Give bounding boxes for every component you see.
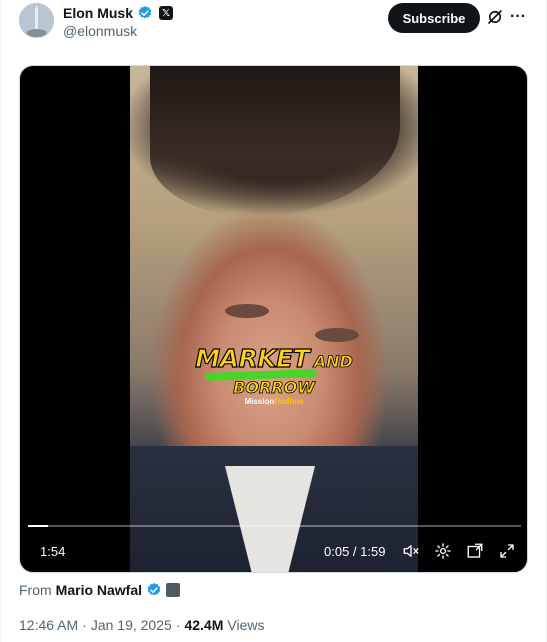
views-label: Views <box>227 617 265 633</box>
more-icon[interactable]: ··· <box>509 8 527 26</box>
verified-badge-icon <box>147 583 161 596</box>
post-card: Elon Musk 𝕏 @elonmusk Subscribe ··· MARK… <box>0 0 547 642</box>
video-frame: MARKET AND BORROW MissionRadhne <box>130 66 418 572</box>
views-count: 42.4M <box>184 617 224 633</box>
video-figure-eye-left <box>225 304 269 318</box>
gear-icon[interactable] <box>434 542 452 560</box>
caption-word-market: MARKET <box>195 343 311 373</box>
verified-badge-icon <box>138 6 152 19</box>
author-display-name[interactable]: Elon Musk <box>63 5 133 21</box>
video-figure-hair <box>150 66 400 216</box>
meta-separator: · <box>82 617 87 633</box>
post-meta: 12:46 AM · Jan 19, 2025 · 42.4M Views <box>19 617 264 633</box>
avatar-image <box>19 3 54 38</box>
subscribe-button[interactable]: Subscribe <box>388 3 480 33</box>
caption-word-and: AND <box>313 352 353 372</box>
author-handle[interactable]: @elonmusk <box>63 23 137 39</box>
post-date[interactable]: Jan 19, 2025 <box>91 617 172 633</box>
avatar[interactable] <box>19 3 54 38</box>
fullscreen-icon[interactable] <box>498 542 516 560</box>
video-time-display: 0:05 / 1:59 <box>324 544 386 559</box>
grok-icon[interactable] <box>486 8 504 26</box>
caption-line-1: MARKET AND <box>130 343 418 373</box>
progress-bar[interactable] <box>28 525 521 527</box>
from-label: From <box>19 582 52 598</box>
progress-fill <box>28 525 48 527</box>
video-watermark: MissionRadhne <box>130 397 418 406</box>
video-player[interactable]: MARKET AND BORROW MissionRadhne 1:54 0:0… <box>19 65 528 573</box>
video-duration-badge: 1:54 <box>40 544 66 559</box>
affiliation-x-icon: 𝕏 <box>159 6 174 20</box>
caption-word-borrow: BORROW <box>233 378 315 398</box>
watermark-part-1: Mission <box>244 397 275 406</box>
source-name-link[interactable]: Mario Nawfal <box>56 582 142 598</box>
volume-muted-icon[interactable] <box>402 542 420 560</box>
video-figure-eye-right <box>315 328 359 342</box>
meta-separator: · <box>175 617 181 633</box>
post-time[interactable]: 12:46 AM <box>19 617 78 633</box>
author-name-row: Elon Musk 𝕏 <box>63 4 174 22</box>
watermark-part-2: Radhne <box>274 397 304 406</box>
video-source-attribution: From Mario Nawfal <box>19 582 181 598</box>
affiliation-badge-icon <box>166 583 181 597</box>
picture-in-picture-icon[interactable] <box>466 542 484 560</box>
